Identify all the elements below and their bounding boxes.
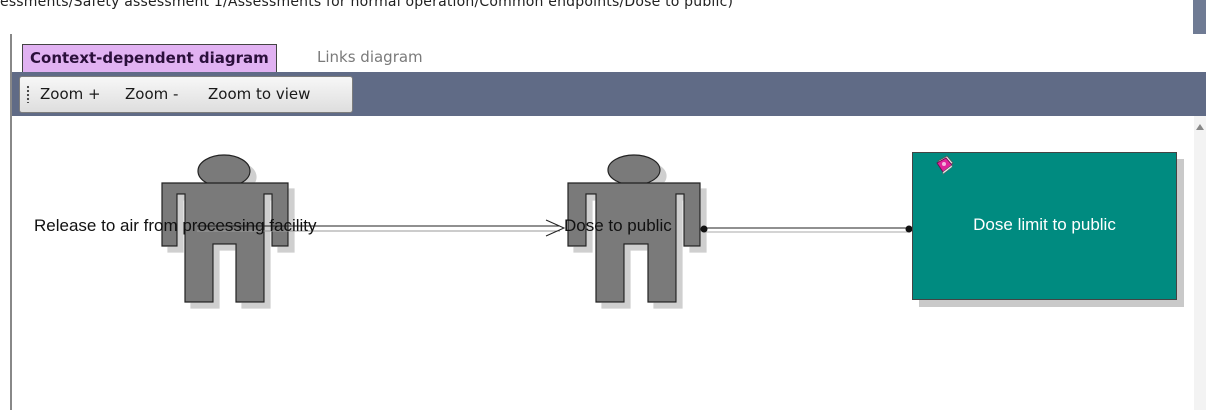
app-window: essments/Safety assessment 1/Assessments… — [0, 0, 1206, 410]
link-line[interactable] — [700, 225, 913, 233]
zoom-out-button[interactable]: Zoom - — [125, 83, 178, 105]
node-label-center[interactable]: Dose to public — [564, 216, 672, 236]
vertical-scrollbar[interactable] — [1194, 116, 1206, 410]
tab-strip: Context-dependent diagram Links diagram — [12, 42, 1206, 73]
book-icon — [936, 155, 954, 175]
scroll-up-icon[interactable] — [1196, 124, 1204, 130]
zoom-to-view-button[interactable]: Zoom to view — [208, 83, 310, 105]
node-label-target: Dose limit to public — [973, 215, 1116, 234]
tab-links-diagram[interactable]: Links diagram — [310, 45, 430, 69]
breadcrumb-path: essments/Safety assessment 1/Assessments… — [0, 0, 734, 10]
zoom-in-button[interactable]: Zoom + — [40, 83, 101, 105]
dose-limit-node[interactable]: Dose limit to public — [912, 152, 1177, 300]
toolbar-grip-handle[interactable] — [26, 85, 30, 103]
connection-dot — [700, 225, 708, 233]
diagram-toolbar: Zoom + Zoom - Zoom to view — [12, 72, 1206, 116]
zoom-toolbar-group: Zoom + Zoom - Zoom to view — [19, 76, 353, 113]
tab-context-dependent-diagram[interactable]: Context-dependent diagram — [22, 44, 277, 73]
diagram-canvas[interactable]: Release to air from processing facility … — [12, 116, 1194, 410]
node-label-source[interactable]: Release to air from processing facility — [34, 216, 317, 236]
breadcrumb: essments/Safety assessment 1/Assessments… — [0, 0, 1190, 34]
